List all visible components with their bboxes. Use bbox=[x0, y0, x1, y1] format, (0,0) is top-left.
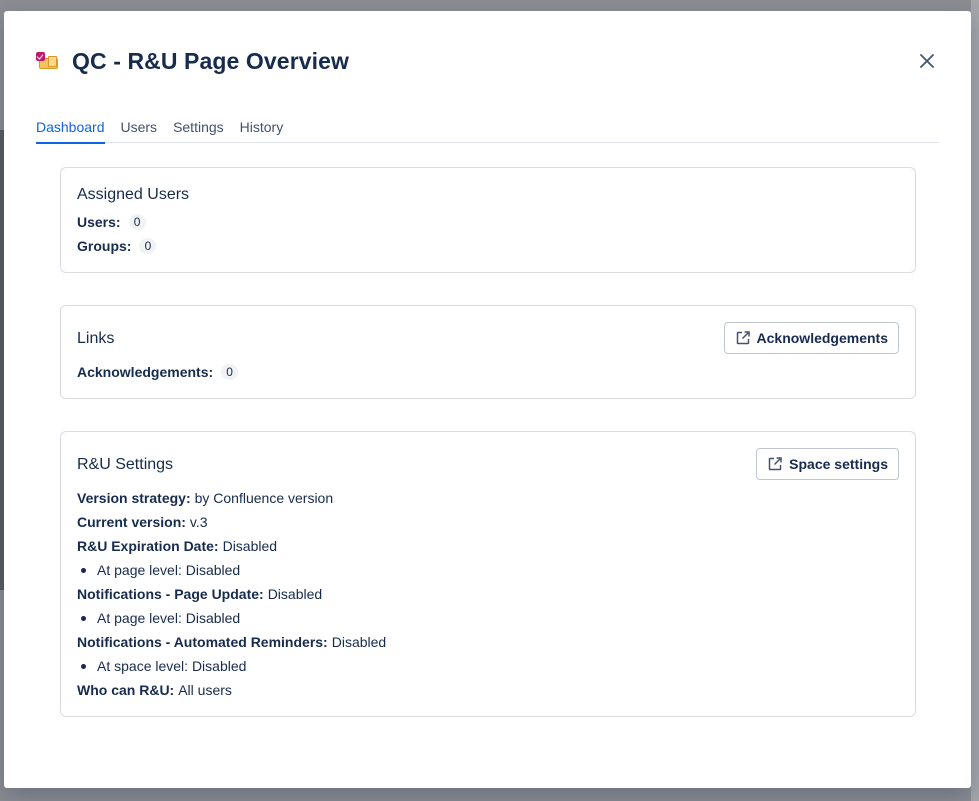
page-overview-modal: QC - R&U Page Overview Dashboard Users S… bbox=[4, 11, 971, 788]
expiration-value: Disabled bbox=[222, 538, 278, 554]
current-version-row: Current version: v.3 bbox=[77, 514, 208, 530]
version-strategy-value: by Confluence version bbox=[194, 490, 334, 506]
page-update-sub-text: At page level: Disabled bbox=[97, 610, 241, 626]
who-can-ru-row: Who can R&U: All users bbox=[77, 682, 232, 698]
tab-bar: Dashboard Users Settings History bbox=[36, 116, 939, 144]
acknowledgements-count-row: Acknowledgements: 0 bbox=[77, 364, 239, 380]
current-version-value: v.3 bbox=[189, 514, 208, 530]
users-label: Users: bbox=[77, 214, 121, 230]
bullet-dot bbox=[81, 567, 86, 573]
tab-dashboard[interactable]: Dashboard bbox=[36, 116, 105, 144]
page-update-sub-item: At page level: Disabled bbox=[77, 610, 240, 626]
groups-count-row: Groups: 0 bbox=[77, 238, 157, 254]
links-card: Links Acknowledgements Acknowledgements:… bbox=[60, 305, 916, 399]
users-count-badge: 0 bbox=[128, 214, 146, 230]
expiration-label: R&U Expiration Date: bbox=[77, 538, 219, 554]
groups-count-badge: 0 bbox=[139, 238, 157, 254]
ru-settings-title: R&U Settings bbox=[77, 456, 174, 473]
app-logo-icon bbox=[36, 51, 60, 71]
external-link-icon bbox=[768, 457, 782, 471]
modal-header: QC - R&U Page Overview bbox=[36, 45, 939, 77]
reminders-row: Notifications - Automated Reminders: Dis… bbox=[77, 634, 386, 650]
space-settings-button[interactable]: Space settings bbox=[756, 448, 899, 480]
page-update-label: Notifications - Page Update: bbox=[77, 586, 264, 602]
acknowledgements-count-badge: 0 bbox=[221, 364, 239, 380]
acknowledgements-button-label: Acknowledgements bbox=[756, 330, 888, 346]
current-version-label: Current version: bbox=[77, 514, 186, 530]
users-count-row: Users: 0 bbox=[77, 214, 146, 230]
bullet-dot bbox=[81, 663, 86, 669]
reminders-sub-item: At space level: Disabled bbox=[77, 658, 246, 674]
expiration-sub-item: At page level: Disabled bbox=[77, 562, 240, 578]
assigned-users-card: Assigned Users Users: 0 Groups: 0 bbox=[60, 167, 916, 273]
close-icon bbox=[920, 54, 934, 68]
tab-settings[interactable]: Settings bbox=[173, 116, 224, 143]
space-settings-button-label: Space settings bbox=[789, 456, 888, 472]
version-strategy-row: Version strategy: by Confluence version bbox=[77, 490, 333, 506]
links-title: Links bbox=[77, 330, 115, 347]
expiration-row: R&U Expiration Date: Disabled bbox=[77, 538, 277, 554]
page-update-value: Disabled bbox=[267, 586, 323, 602]
reminders-value: Disabled bbox=[331, 634, 387, 650]
version-strategy-label: Version strategy: bbox=[77, 490, 191, 506]
who-can-ru-label: Who can R&U: bbox=[77, 682, 175, 698]
assigned-users-title: Assigned Users bbox=[77, 186, 190, 203]
page-update-row: Notifications - Page Update: Disabled bbox=[77, 586, 322, 602]
groups-label: Groups: bbox=[77, 238, 132, 254]
backdrop-edge-right bbox=[971, 0, 979, 801]
tab-users[interactable]: Users bbox=[121, 116, 158, 143]
close-button[interactable] bbox=[915, 49, 939, 73]
modal-title: QC - R&U Page Overview bbox=[72, 47, 350, 74]
tab-history[interactable]: History bbox=[240, 116, 284, 143]
acknowledgements-label: Acknowledgements: bbox=[77, 364, 214, 380]
who-can-ru-value: All users bbox=[178, 682, 232, 698]
bullet-dot bbox=[81, 615, 86, 621]
expiration-sub-text: At page level: Disabled bbox=[97, 562, 241, 578]
acknowledgements-button[interactable]: Acknowledgements bbox=[723, 322, 899, 354]
reminders-sub-text: At space level: Disabled bbox=[97, 658, 247, 674]
reminders-label: Notifications - Automated Reminders: bbox=[77, 634, 328, 650]
external-link-icon bbox=[736, 331, 750, 345]
ru-settings-card: R&U Settings Space settings Version stra… bbox=[60, 431, 916, 717]
